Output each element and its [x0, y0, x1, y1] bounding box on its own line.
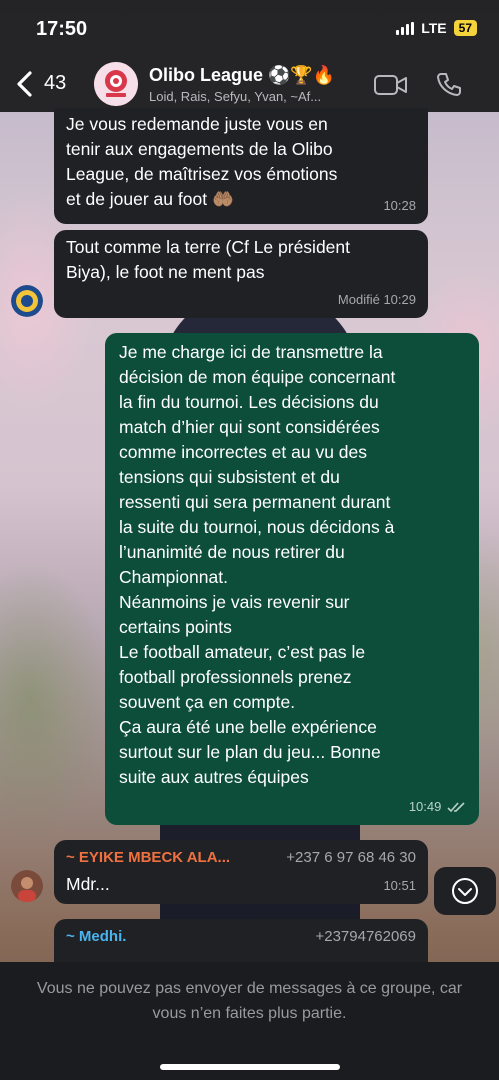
- message-meta: 10:49: [409, 794, 467, 819]
- group-avatar[interactable]: [94, 62, 138, 106]
- home-indicator[interactable]: [160, 1064, 340, 1070]
- video-call-icon[interactable]: [373, 73, 409, 97]
- message-text: Je vous redemande juste vous en tenir au…: [66, 114, 338, 209]
- scroll-down-button[interactable]: [434, 867, 496, 915]
- read-ticks-icon: [447, 802, 465, 813]
- group-members[interactable]: Loid, Rais, Sefyu, Yvan, ~Af...: [149, 89, 321, 104]
- network-type: LTE: [421, 20, 447, 36]
- group-name[interactable]: Olibo League ⚽🏆🔥: [149, 65, 335, 86]
- signal-icon: [396, 21, 415, 35]
- message-bubble-incoming[interactable]: ~ EYIKE MBECK ALA... +237 6 97 68 46 30 …: [54, 840, 428, 904]
- chat-header: 43 Olibo League ⚽🏆🔥 Loid, Rais, Sefyu, Y…: [0, 56, 499, 112]
- sender-avatar[interactable]: [11, 870, 43, 902]
- message-text: Je me charge ici de transmettre la décis…: [119, 342, 396, 787]
- message-bubble-incoming[interactable]: Je vous redemande juste vous en tenir au…: [54, 108, 428, 224]
- message-text: Tout comme la terre (Cf Le président Biy…: [66, 237, 351, 282]
- message-time: 10:49: [408, 799, 442, 814]
- edited-label: Modifié: [337, 292, 380, 307]
- message-text: Mdr...: [66, 874, 110, 894]
- scroll-down-icon: [452, 878, 478, 904]
- message-bubble-incoming[interactable]: Tout comme la terre (Cf Le président Biy…: [54, 230, 428, 318]
- blocked-notice: Vous ne pouvez pas envoyer de messages à…: [36, 980, 463, 1022]
- back-chevron-icon[interactable]: [14, 70, 36, 98]
- sender-name[interactable]: ~ Medhi.: [66, 927, 126, 947]
- message-time: 10:28: [383, 198, 416, 213]
- status-time: 17:50: [36, 18, 88, 40]
- sender-avatar[interactable]: [11, 285, 43, 317]
- message-time: 10:29: [383, 292, 416, 307]
- sender-name[interactable]: ~ EYIKE MBECK ALA...: [66, 848, 230, 868]
- message-header: ~ Medhi. +23794762069: [66, 927, 416, 947]
- sender-phone: +23794762069: [315, 928, 416, 945]
- message-meta: Modifié 10:29: [338, 287, 416, 312]
- blocked-composer: Vous ne pouvez pas envoyer de messages à…: [0, 962, 499, 1080]
- status-bar: 17:50 LTE 57: [0, 0, 499, 56]
- message-bubble-outgoing[interactable]: Je me charge ici de transmettre la décis…: [105, 333, 479, 825]
- message-time: 10:51: [383, 878, 416, 893]
- sender-phone: +237 6 97 68 46 30: [286, 849, 416, 866]
- battery-icon: 57: [453, 20, 477, 36]
- message-bubble-incoming[interactable]: ~ Medhi. +23794762069: [54, 919, 428, 967]
- unread-count[interactable]: 43: [44, 72, 66, 95]
- phone-call-icon[interactable]: [436, 71, 462, 97]
- status-indicators: LTE 57: [396, 20, 477, 36]
- message-header: ~ EYIKE MBECK ALA... +237 6 97 68 46 30: [66, 848, 416, 868]
